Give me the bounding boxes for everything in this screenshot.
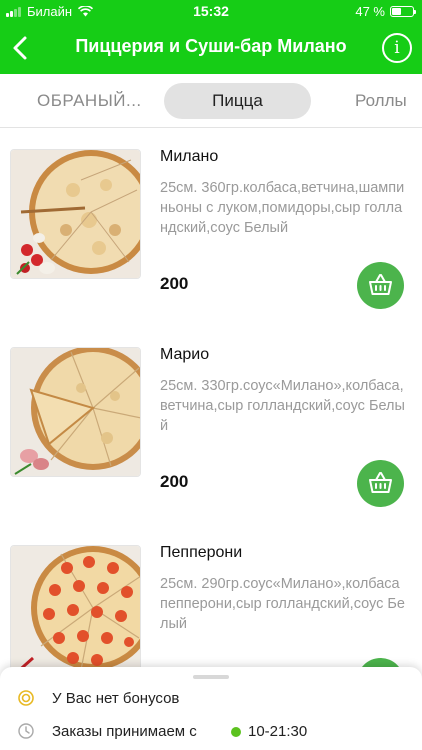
orders-text: Заказы принимаем с: [52, 723, 197, 740]
status-right: 47 %: [355, 4, 416, 19]
nav-bar: Пиццерия и Суши-бар Милано i: [0, 22, 422, 74]
category-tabs: ОБРАНЫЙ... Пицца Роллы: [0, 74, 422, 128]
product-image: [10, 347, 141, 477]
chevron-left-icon: [13, 36, 27, 60]
product-name: Милано: [160, 148, 219, 165]
tab-pizza[interactable]: Пицца: [164, 83, 311, 119]
working-hours-row: Заказы принимаем с 10-21:30: [0, 721, 422, 743]
working-hours: 10-21:30: [248, 723, 308, 740]
product-price: 200: [160, 472, 189, 491]
open-status-dot: [231, 727, 241, 737]
product-list[interactable]: Милано 25см. 360гр.колбаса,ветчина,шампи…: [0, 128, 422, 668]
info-icon: i: [394, 38, 400, 58]
bonus-coin-icon: [18, 690, 34, 706]
product-image: [10, 149, 141, 279]
bonus-text: У Вас нет бонусов: [52, 690, 180, 707]
bonus-row: У Вас нет бонусов: [0, 688, 422, 710]
product-image: [10, 545, 141, 668]
product-item[interactable]: Милано 25см. 360гр.колбаса,ветчина,шампи…: [0, 128, 422, 326]
battery-percent: 47 %: [355, 4, 385, 19]
product-description: 25см. 360гр.колбаса,ветчина,шампиньоны с…: [160, 180, 405, 236]
add-to-cart-button[interactable]: [357, 262, 404, 309]
info-button[interactable]: i: [382, 33, 412, 63]
tab-favorites[interactable]: ОБРАНЫЙ...: [37, 83, 142, 119]
tab-rolls[interactable]: Роллы: [355, 83, 407, 119]
product-description: 25см. 290гр.соус«Милано»,колбаса пепперо…: [160, 576, 405, 632]
page-title: Пиццерия и Суши-бар Милано: [75, 36, 347, 56]
product-name: Пепперони: [160, 544, 243, 561]
sheet-drag-handle[interactable]: [193, 675, 229, 679]
product-item[interactable]: Марио 25см. 330гр.соус«Милано»,колбаса,в…: [0, 326, 422, 524]
product-description: 25см. 330гр.соус«Милано»,колбаса,ветчина…: [160, 378, 405, 434]
clock-icon: [18, 723, 34, 739]
product-item[interactable]: Пепперони 25см. 290гр.соус«Милано»,колба…: [0, 524, 422, 668]
battery-icon: [390, 6, 416, 17]
back-button[interactable]: [8, 34, 34, 62]
product-price: 200: [160, 274, 189, 293]
info-sheet[interactable]: У Вас нет бонусов Заказы принимаем с 10-…: [0, 667, 422, 750]
basket-icon: [369, 274, 392, 295]
basket-icon: [369, 472, 392, 493]
product-name: Марио: [160, 346, 210, 363]
status-bar: Билайн 15:32 47 %: [0, 0, 422, 22]
add-to-cart-button[interactable]: [357, 460, 404, 507]
